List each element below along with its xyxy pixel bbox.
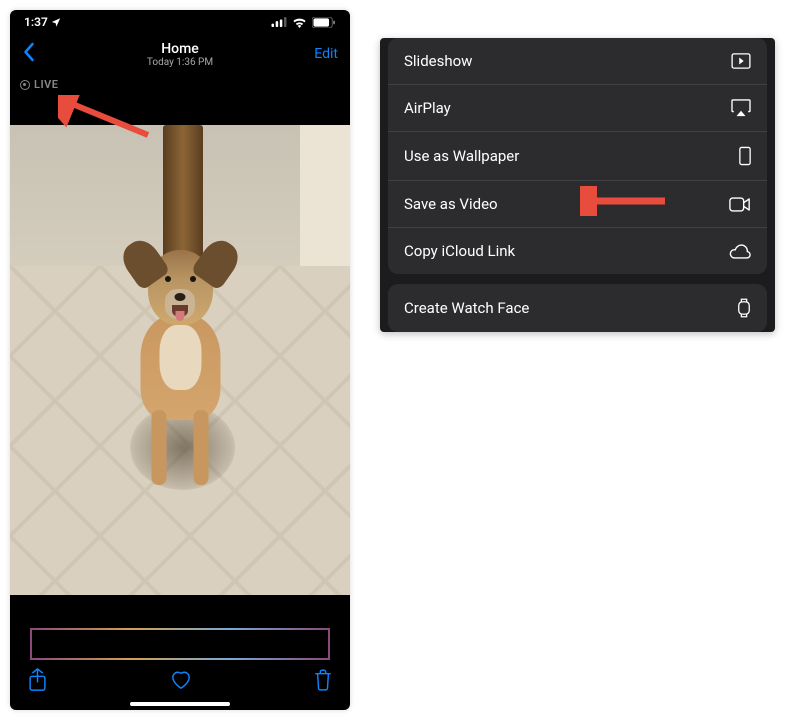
- phone-outline-icon: [739, 146, 751, 166]
- action-label: Use as Wallpaper: [404, 147, 519, 165]
- action-save-as-video[interactable]: Save as Video: [388, 181, 767, 228]
- cellular-signal-icon: [271, 17, 287, 27]
- watch-icon: [737, 298, 751, 318]
- action-label: AirPlay: [404, 99, 451, 117]
- live-badge: LIVE: [10, 74, 350, 95]
- share-button[interactable]: [28, 668, 47, 696]
- video-camera-icon: [729, 197, 751, 212]
- action-create-watch-face[interactable]: Create Watch Face: [388, 284, 767, 332]
- back-button[interactable]: [22, 42, 35, 67]
- favorite-button[interactable]: [170, 670, 192, 694]
- action-slideshow[interactable]: Slideshow: [388, 38, 767, 85]
- photo-viewport[interactable]: [10, 125, 350, 595]
- wifi-icon: [292, 17, 307, 28]
- action-label: Slideshow: [404, 52, 472, 70]
- play-square-icon: [731, 53, 751, 69]
- location-arrow-icon: [51, 17, 61, 27]
- action-airplay[interactable]: AirPlay: [388, 85, 767, 132]
- battery-icon: [312, 17, 336, 28]
- nav-subtitle: Today 1:36 PM: [147, 57, 213, 68]
- status-time: 1:37: [24, 15, 48, 29]
- action-copy-icloud-link[interactable]: Copy iCloud Link: [388, 228, 767, 274]
- delete-button[interactable]: [314, 669, 332, 695]
- cloud-icon: [729, 244, 751, 259]
- share-action-sheet: Slideshow AirPlay Use as Wallpaper: [380, 38, 775, 332]
- live-label: LIVE: [34, 78, 58, 91]
- bottom-toolbar: [10, 662, 350, 702]
- live-icon: [20, 80, 30, 90]
- status-bar: 1:37: [10, 10, 350, 34]
- iphone-photos-screen: 1:37 Home Today 1:36 PM Edit LIVE: [10, 10, 350, 710]
- action-label: Save as Video: [404, 195, 498, 213]
- edit-button[interactable]: Edit: [314, 46, 338, 62]
- action-wallpaper[interactable]: Use as Wallpaper: [388, 132, 767, 181]
- home-indicator[interactable]: [130, 702, 230, 706]
- action-label: Create Watch Face: [404, 299, 529, 317]
- nav-bar: Home Today 1:36 PM Edit: [10, 34, 350, 74]
- photo-filmstrip[interactable]: [30, 628, 330, 660]
- nav-title: Home: [147, 41, 213, 57]
- airplay-icon: [731, 99, 751, 117]
- action-label: Copy iCloud Link: [404, 242, 515, 260]
